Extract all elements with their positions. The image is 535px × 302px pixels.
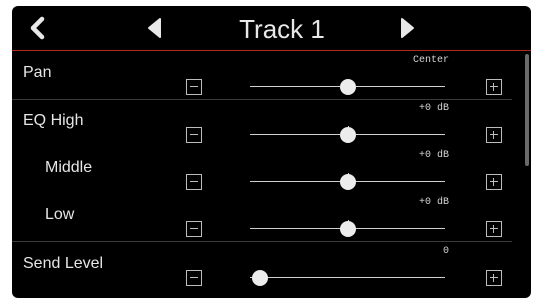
eq-middle-plus-button[interactable]	[486, 174, 502, 190]
eq-low-row: Low +0 dB	[12, 193, 512, 242]
eq-low-plus-button[interactable]	[486, 221, 502, 237]
track-settings-screen: Track 1 Pan Center EQ High +0 dB Middle …	[12, 6, 531, 298]
eq-high-minus-button[interactable]	[186, 127, 202, 143]
eq-low-minus-button[interactable]	[186, 221, 202, 237]
eq-middle-row: Middle +0 dB	[12, 146, 512, 194]
pan-minus-button[interactable]	[186, 79, 202, 95]
eq-high-value: +0 dB	[418, 103, 449, 114]
next-track-button[interactable]	[390, 6, 426, 50]
eq-low-value: +0 dB	[418, 197, 449, 208]
triangle-left-icon	[148, 18, 161, 38]
send-level-label: Send Level	[23, 255, 104, 272]
eq-low-slider-knob[interactable]	[339, 221, 356, 237]
chevron-left-icon	[30, 16, 45, 40]
send-level-plus-button[interactable]	[486, 270, 502, 286]
page-title: Track 1	[239, 14, 325, 44]
eq-low-slider[interactable]	[250, 219, 445, 239]
eq-low-label: Low	[45, 206, 75, 223]
eq-middle-label: Middle	[45, 159, 93, 176]
send-level-slider-knob[interactable]	[252, 270, 268, 286]
send-level-slider-track	[250, 277, 445, 278]
pan-plus-button[interactable]	[486, 79, 502, 95]
eq-high-slider[interactable]	[250, 125, 445, 145]
pan-slider[interactable]	[250, 77, 445, 97]
eq-middle-slider-knob[interactable]	[339, 174, 356, 190]
eq-high-plus-button[interactable]	[486, 127, 502, 143]
eq-high-row: EQ High +0 dB	[12, 99, 512, 147]
header-bar: Track 1	[12, 6, 531, 51]
back-button[interactable]	[18, 6, 58, 50]
pan-slider-knob[interactable]	[339, 79, 356, 95]
scrollbar[interactable]	[525, 54, 529, 166]
previous-track-button[interactable]	[136, 6, 172, 50]
send-level-value: 0	[442, 246, 449, 257]
pan-label: Pan	[23, 64, 52, 81]
eq-high-label: EQ High	[23, 112, 84, 129]
pan-row: Pan Center	[12, 51, 512, 100]
send-level-row: Send Level 0	[12, 242, 512, 290]
eq-middle-minus-button[interactable]	[186, 174, 202, 190]
send-level-minus-button[interactable]	[186, 270, 202, 286]
eq-middle-slider[interactable]	[250, 172, 445, 192]
eq-high-slider-knob[interactable]	[339, 127, 356, 143]
pan-value: Center	[412, 55, 449, 66]
eq-middle-value: +0 dB	[418, 150, 449, 161]
send-level-slider[interactable]	[250, 268, 445, 288]
triangle-right-icon	[401, 18, 414, 38]
